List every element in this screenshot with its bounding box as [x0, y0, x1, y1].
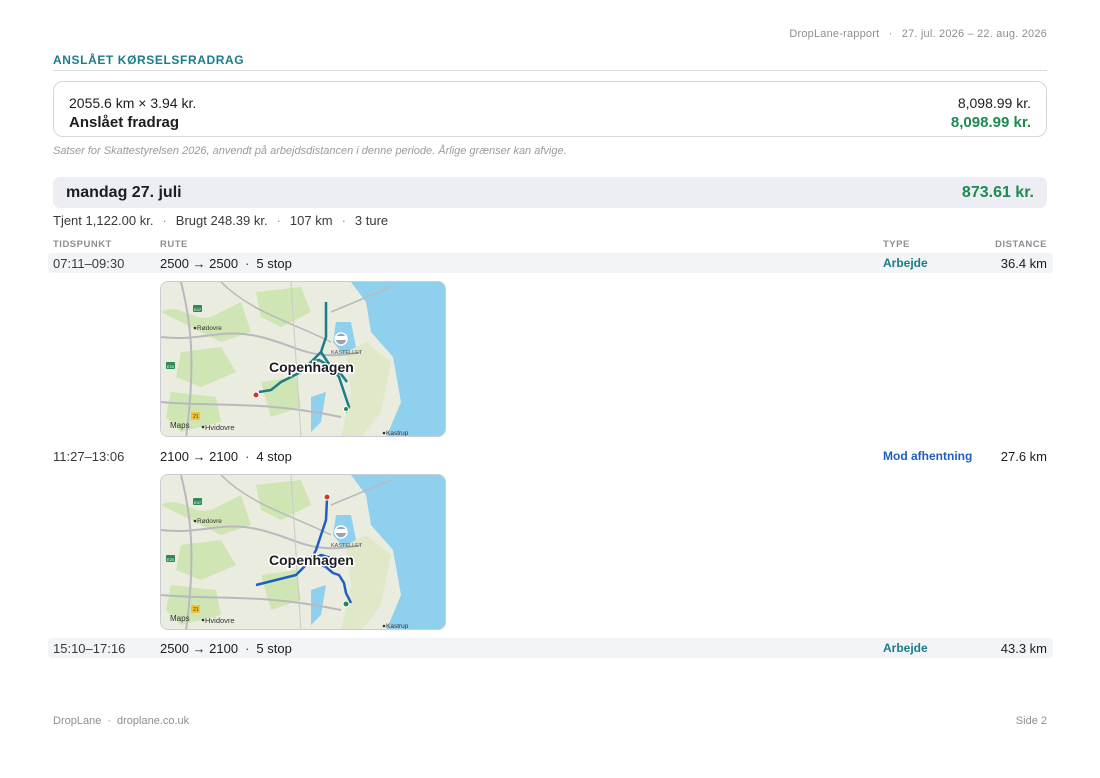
map-city-label: Copenhagen	[269, 552, 354, 568]
calc-value: 8,098.99 kr.	[957, 95, 1031, 111]
report-period: 27. jul. 2026 – 22. aug. 2026	[901, 28, 1047, 40]
day-header: mandag 27. juli 873.61 kr.	[53, 177, 1047, 208]
footer-brand-name: DropLane	[53, 715, 102, 727]
trip-type: Arbejde	[883, 641, 928, 655]
stat-spent: Brugt 248.39 kr.	[175, 213, 268, 228]
map-place-kastrup: Kastrup	[386, 623, 409, 630]
rates-note: Satser for Skattestyrelsen 2026, anvendt…	[53, 145, 567, 157]
route-separator: ·	[245, 641, 250, 656]
map-city-label: Copenhagen	[269, 359, 354, 375]
stat-separator: ·	[341, 213, 346, 228]
route-map-graphic: KASTELLET Copenhagen E47 E20 21 Rødovre …	[161, 475, 445, 630]
trip-distance: 43.3 km	[1000, 641, 1047, 656]
route-codes: 2500 → 2100	[160, 641, 239, 656]
trip-type: Arbejde	[883, 256, 928, 270]
deduction-value: 8,098.99 kr.	[950, 114, 1031, 131]
column-header-time: TIDSPUNKT	[53, 239, 112, 250]
day-title: mandag 27. juli	[66, 184, 182, 201]
report-title: DropLane-rapport	[789, 28, 880, 40]
footer-brand: DropLane · droplane.co.uk	[53, 715, 189, 727]
footer-site-link: droplane.co.uk	[117, 715, 190, 727]
map-road-badge-21: 21	[193, 607, 199, 613]
footer-separator: ·	[107, 715, 111, 727]
section-title: ANSLÅET KØRSELSFRADRAG	[53, 53, 245, 67]
column-header-type: TYPE	[883, 239, 910, 250]
map-place-kastellet: KASTELLET	[331, 543, 363, 549]
route-separator: ·	[245, 449, 250, 464]
trip-time: 07:11–09:30	[53, 256, 125, 271]
route-map: KASTELLET Copenhagen E47 E20 21 Rødovre …	[160, 474, 446, 630]
route-stops: 5 stop	[256, 641, 292, 656]
trip-route: 2500 → 2500 · 5 stop	[160, 256, 292, 271]
deduction-summary-card: 2055.6 km × 3.94 kr. 8,098.99 kr. Anslåe…	[53, 81, 1047, 137]
calc-label: 2055.6 km × 3.94 kr.	[69, 95, 197, 111]
route-separator: ·	[245, 256, 250, 271]
route-codes: 2100 → 2100	[160, 449, 239, 464]
stat-earned: Tjent 1,122.00 kr.	[53, 213, 154, 228]
page-number: Side 2	[1015, 715, 1047, 727]
maps-attribution: Maps	[170, 421, 190, 430]
map-road-badge-e47: E47	[194, 307, 202, 312]
trip-route: 2100 → 2100 · 4 stop	[160, 449, 292, 464]
route-stops: 4 stop	[256, 449, 292, 464]
deduction-label: Anslået fradrag	[69, 114, 180, 131]
trip-type: Mod afhentning	[883, 449, 973, 463]
map-road-badge-e20: E20	[167, 557, 175, 562]
day-stats: Tjent 1,122.00 kr. · Brugt 248.39 kr. · 107 …	[53, 213, 388, 228]
stat-trips: 3 ture	[354, 213, 389, 228]
map-place-hvidovre: Hvidovre	[205, 616, 235, 625]
trip-distance: 27.6 km	[1000, 449, 1047, 464]
trip-time: 11:27–13:06	[53, 449, 125, 464]
day-total: 873.61 kr.	[961, 184, 1034, 201]
maps-attribution: Maps	[170, 614, 190, 623]
map-place-kastellet: KASTELLET	[331, 350, 363, 356]
map-road-badge-e47: E47	[194, 500, 202, 505]
trip-distance: 36.4 km	[1000, 256, 1047, 271]
trip-time: 15:10–17:16	[53, 641, 126, 656]
map-road-badge-21: 21	[193, 414, 199, 420]
column-header-route: RUTE	[160, 239, 188, 250]
map-place-rodovre: Rødovre	[197, 518, 222, 525]
trip-route: 2500 → 2100 · 5 stop	[160, 641, 292, 656]
map-road-badge-e20: E20	[167, 364, 175, 369]
stat-distance: 107 km	[289, 213, 333, 228]
map-place-rodovre: Rødovre	[197, 325, 222, 332]
route-stops: 5 stop	[256, 256, 292, 271]
column-header-distance: DISTANCE	[995, 239, 1047, 250]
stat-separator: ·	[162, 213, 167, 228]
header-separator: ·	[888, 28, 893, 40]
route-map: KASTELLET Copenhagen E47 E20 21 Rødovre …	[160, 281, 446, 437]
map-place-kastrup: Kastrup	[386, 430, 409, 437]
stat-separator: ·	[276, 213, 281, 228]
route-codes: 2500 → 2500	[160, 256, 239, 271]
section-divider	[53, 70, 1047, 71]
map-place-hvidovre: Hvidovre	[205, 423, 235, 432]
route-map-graphic: KASTELLET Copenhagen E47 E20 21 Rødovre …	[161, 282, 445, 437]
report-header-meta: DropLane-rapport · 27. jul. 2026 – 22. a…	[789, 28, 1047, 40]
